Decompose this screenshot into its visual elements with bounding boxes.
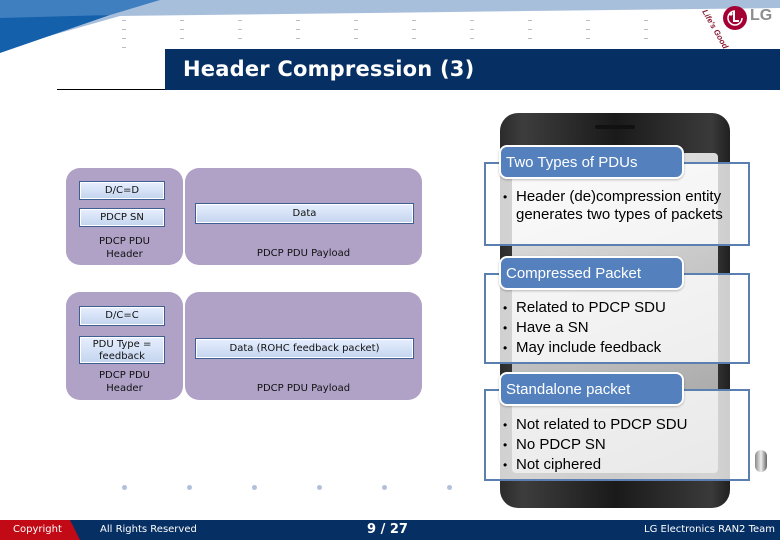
data-pdu-diagram: D/C=D PDCP SN Data PDCP PDU Header PDCP …	[66, 168, 422, 265]
header-label-line2: Header	[106, 383, 143, 394]
pdu-type-line2: feedback	[99, 351, 145, 362]
header-label-line1: PDCP PDU	[99, 370, 150, 381]
callout-compressed-bullets: Related to PDCP SDU Have a SN May includ…	[503, 298, 666, 358]
decor-dot	[187, 485, 192, 490]
data-field: Data	[195, 203, 414, 224]
payload-label: PDCP PDU Payload	[256, 248, 351, 259]
callout-two-types-heading: Two Types of PDUs	[499, 145, 684, 179]
callout-standalone-bullets: Not related to PDCP SDU No PDCP SN Not c…	[503, 415, 687, 475]
decor-dot	[122, 485, 127, 490]
header-label: PDCP PDU Header	[66, 369, 183, 395]
bullet-item: Not ciphered	[503, 455, 687, 475]
decor-dot	[317, 485, 322, 490]
sn-field: PDCP SN	[79, 208, 165, 227]
decor-dot	[252, 485, 257, 490]
title-bar: Header Compression (3)	[165, 49, 780, 90]
dc-field: D/C=D	[79, 181, 165, 200]
pdu-type-line1: PDU Type =	[92, 339, 152, 350]
lg-face-icon	[723, 6, 747, 30]
title-underline	[57, 89, 165, 90]
bullet-item: No PDCP SN	[503, 435, 687, 455]
phone-stylus	[755, 450, 767, 472]
header-label-line1: PDCP PDU	[99, 236, 150, 247]
header-label: PDCP PDU Header	[66, 235, 183, 261]
payload-label: PDCP PDU Payload	[256, 383, 351, 394]
page-title: Header Compression (3)	[183, 57, 475, 81]
footer-rights: All Rights Reserved	[100, 524, 197, 535]
callout-compressed-heading: Compressed Packet	[499, 256, 684, 290]
footer-copyright: Copyright	[13, 524, 62, 535]
dc-field: D/C=C	[79, 306, 165, 326]
callout-two-types-bullets: Header (de)compression entity generates …	[503, 188, 733, 224]
bullet-item: Not related to PDCP SDU	[503, 415, 687, 435]
bullet-item: Header (de)compression entity generates …	[503, 188, 733, 224]
bullet-item: May include feedback	[503, 338, 666, 358]
page-number: 9 / 27	[367, 522, 408, 537]
phone-speaker	[595, 125, 635, 129]
decor-dot	[447, 485, 452, 490]
decor-dot	[382, 485, 387, 490]
pdu-type-field: PDU Type = feedback	[79, 336, 165, 364]
footer-bar: Copyright All Rights Reserved 9 / 27 LG …	[0, 520, 780, 540]
callout-standalone-heading: Standalone packet	[499, 372, 684, 406]
footer-team: LG Electronics RAN2 Team	[644, 524, 776, 535]
header-label-line2: Header	[106, 249, 143, 260]
feedback-data-field: Data (ROHC feedback packet)	[195, 338, 414, 359]
lg-logo: LG Life's Good	[700, 2, 780, 50]
lg-brand-text: LG	[750, 7, 773, 24]
control-pdu-diagram: D/C=C PDU Type = feedback Data (ROHC fee…	[66, 292, 422, 400]
bullet-item: Have a SN	[503, 318, 666, 338]
bullet-item: Related to PDCP SDU	[503, 298, 666, 318]
